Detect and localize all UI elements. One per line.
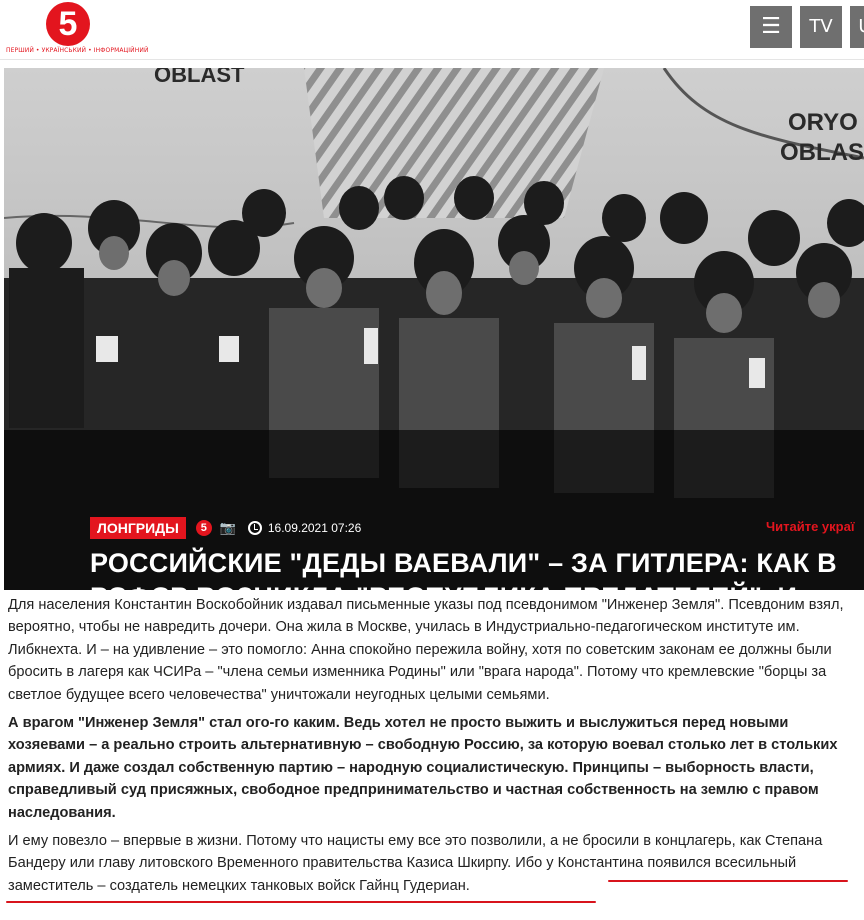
tv-button[interactable]: TV bbox=[800, 6, 842, 48]
article-headline: РОССИЙСКИЕ "ДЕДЫ ВАЕВАЛИ" – ЗА ГИТЛЕРА: … bbox=[90, 548, 837, 590]
read-in-ukrainian-link[interactable]: Читайте украї bbox=[766, 519, 855, 534]
camera-icon: 📷 bbox=[219, 520, 237, 535]
hamburger-icon[interactable]: ☰ bbox=[750, 6, 792, 48]
map-label-oblast: OBLAST bbox=[154, 68, 245, 87]
channel-5-logo: 5 bbox=[46, 2, 90, 46]
highlight-underline bbox=[6, 901, 596, 903]
article-body: Для населения Константин Воскобойник изд… bbox=[8, 594, 848, 903]
article-paragraph: Для населения Константин Воскобойник изд… bbox=[8, 597, 844, 703]
clock-icon bbox=[247, 521, 262, 535]
site-header: 5 ПЕРШИЙ • УКРАЇНСЬКИЙ • ІНФОРМАЦІЙНИЙ ☰… bbox=[0, 0, 864, 60]
site-logo[interactable]: 5 ПЕРШИЙ • УКРАЇНСЬКИЙ • ІНФОРМАЦІЙНИЙ bbox=[6, 2, 149, 56]
language-button[interactable]: U bbox=[850, 6, 864, 48]
channel-5-icon: 5 bbox=[195, 520, 212, 536]
hero-banner[interactable]: OBLAST ORYO OBLAS ЛОНГРИДЫ 5 📷 16.09.202… bbox=[4, 68, 864, 590]
category-tag[interactable]: ЛОНГРИДЫ bbox=[90, 517, 186, 539]
logo-tagline: ПЕРШИЙ • УКРАЇНСЬКИЙ • ІНФОРМАЦІЙНИЙ bbox=[6, 47, 149, 54]
article-paragraph-bold: А врагом "Инженер Земля" стал ого-го как… bbox=[8, 715, 838, 821]
highlight-underline bbox=[608, 880, 848, 882]
publish-date: 16.09.2021 07:26 bbox=[267, 521, 362, 535]
map-label-oryol: ORYO bbox=[788, 109, 858, 136]
article-meta: ЛОНГРИДЫ 5 📷 16.09.2021 07:26 bbox=[90, 516, 361, 540]
map-label-oblast-2: OBLAS bbox=[780, 139, 864, 166]
article-paragraph: И ему повезло – впервые в жизни. Потому … bbox=[8, 833, 823, 894]
